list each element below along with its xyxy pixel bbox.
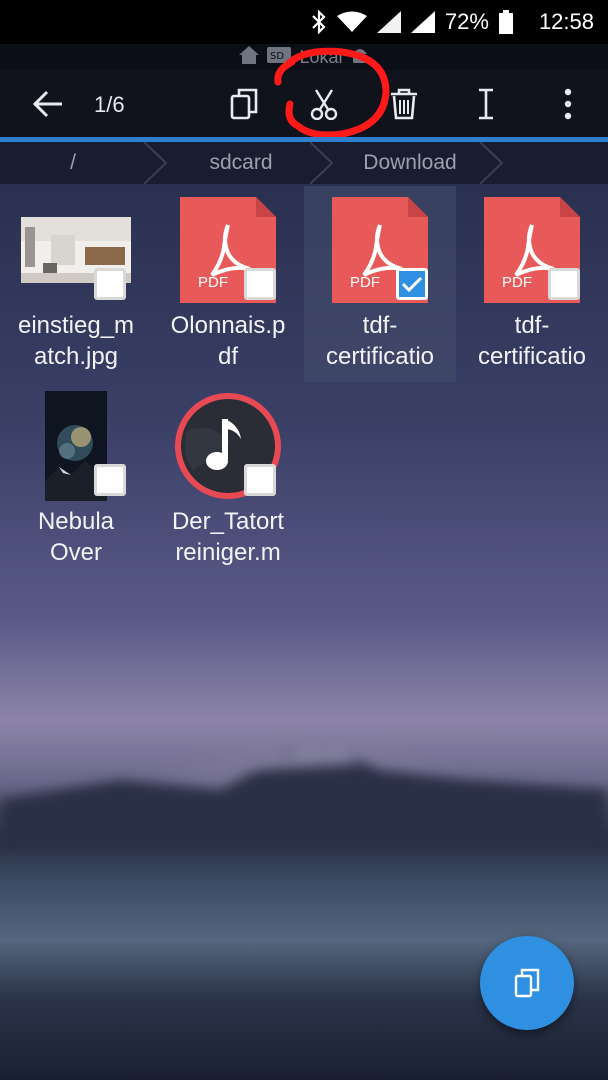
breadcrumb-separator: [479, 142, 504, 184]
file-name: einstieg_m atch.jpg: [17, 312, 135, 370]
more-icon: [564, 88, 572, 120]
annotation-circle: [274, 47, 390, 139]
breadcrumb-separator: [309, 142, 334, 184]
file-name: Olonnais.p df: [170, 312, 286, 370]
breadcrumb-separator: [143, 142, 168, 184]
file-name: tdf- certificatio: [477, 312, 587, 370]
delete-icon: [391, 88, 417, 120]
status-bar: 72% 12:58: [0, 0, 608, 44]
image-thumbnail: [0, 192, 152, 308]
file-item[interactable]: PDF Olonnais.p df: [152, 186, 304, 382]
signal-icon-2: [410, 11, 435, 33]
selection-count: 1/6: [94, 92, 125, 117]
breadcrumb-item-root[interactable]: /: [0, 142, 146, 184]
back-arrow-icon: [32, 90, 62, 118]
paste-fab-button[interactable]: [480, 936, 574, 1030]
signal-icon: [376, 11, 401, 33]
back-button[interactable]: [18, 70, 78, 138]
home-icon: [239, 45, 260, 69]
select-checkbox[interactable]: [548, 268, 580, 300]
pdf-file-icon: PDF: [152, 192, 304, 308]
breadcrumb: / sdcard Download: [0, 142, 608, 184]
wallpaper-mountain: [0, 748, 608, 850]
file-name: Der_Tatort reiniger.m: [171, 508, 285, 566]
file-item[interactable]: Der_Tatort reiniger.m: [152, 382, 304, 578]
battery-percent: 72%: [444, 9, 489, 34]
pdf-badge: PDF: [350, 274, 380, 291]
file-item-selected[interactable]: PDF tdf- certificatio: [304, 186, 456, 382]
bluetooth-icon: [311, 10, 327, 34]
battery-icon: [498, 10, 513, 34]
more-options-button[interactable]: [538, 70, 598, 138]
pdf-file-icon: PDF: [304, 192, 456, 308]
select-checkbox[interactable]: [94, 464, 126, 496]
image-thumbnail: [0, 386, 152, 506]
file-item[interactable]: PDF tdf- certificatio: [456, 186, 608, 382]
select-checkbox[interactable]: [244, 268, 276, 300]
checkmark-icon: [401, 276, 423, 293]
pdf-file-icon: PDF: [456, 192, 608, 308]
audio-file-icon: [152, 386, 304, 506]
select-checkbox-checked[interactable]: [396, 268, 428, 300]
rename-button[interactable]: [456, 70, 516, 138]
pdf-badge: PDF: [198, 274, 228, 291]
file-item[interactable]: Nebula Over: [0, 382, 152, 578]
paste-icon: [514, 968, 540, 998]
copy-icon: [230, 88, 258, 120]
breadcrumb-item-sdcard[interactable]: sdcard: [168, 142, 314, 184]
file-item[interactable]: einstieg_m atch.jpg: [0, 186, 152, 382]
breadcrumb-item-download[interactable]: Download: [334, 142, 486, 184]
file-name: Nebula Over: [37, 508, 115, 566]
pdf-badge: PDF: [502, 274, 532, 291]
select-checkbox[interactable]: [244, 464, 276, 496]
selection-toolbar: 1/6: [0, 47, 608, 139]
wifi-icon: [336, 11, 367, 33]
file-name: tdf- certificatio: [325, 312, 435, 370]
clock: 12:58: [538, 9, 594, 34]
select-checkbox[interactable]: [94, 268, 126, 300]
rename-icon: [479, 88, 493, 120]
